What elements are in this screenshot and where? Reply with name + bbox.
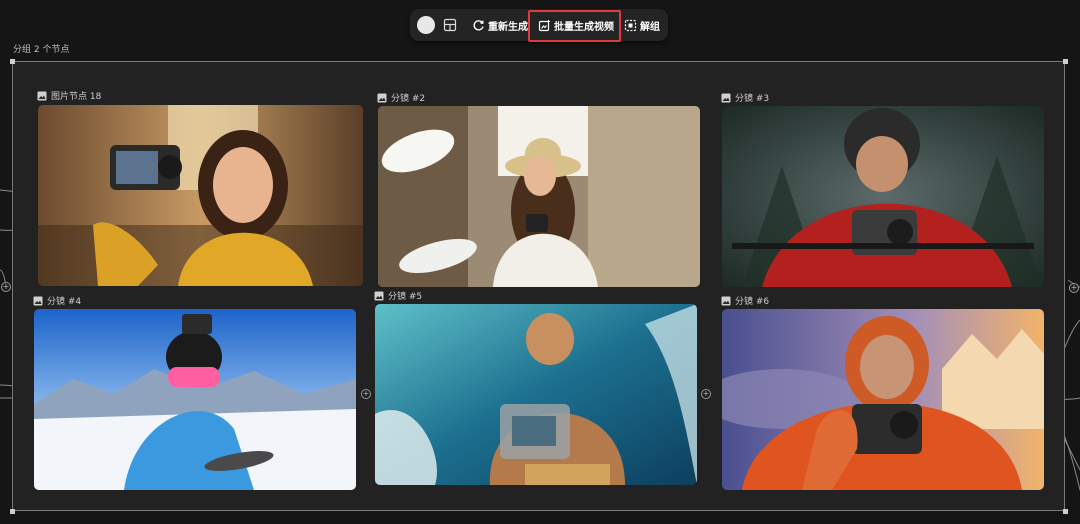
node-label: 分镜 #5 — [374, 289, 422, 302]
snowboarder-image — [34, 309, 356, 490]
node-title: 分镜 #6 — [735, 297, 770, 307]
input-port[interactable]: + — [1, 282, 11, 292]
node-label: 分镜 #2 — [377, 91, 425, 104]
node-connector-port[interactable]: + — [361, 389, 371, 399]
mountaineer-image — [722, 309, 1044, 490]
mountain-biker-image — [722, 106, 1044, 287]
workflow-canvas[interactable]: 重新生成 批量生成视频 解组 分组 2 个节点 + + + + 图片节点 18 … — [0, 0, 1080, 524]
resize-handle-top-left[interactable] — [10, 59, 15, 64]
ungroup-icon — [624, 19, 637, 31]
node-title: 分镜 #5 — [388, 292, 423, 302]
color-swatch-button[interactable] — [417, 16, 435, 34]
node-label: 图片节点 18 — [37, 89, 101, 102]
output-port[interactable]: + — [1069, 283, 1079, 293]
vlogger-cafe-image — [38, 105, 363, 286]
group-label: 分组 2 个节点 — [13, 45, 70, 55]
node-label: 分镜 #4 — [33, 294, 81, 307]
refresh-icon — [473, 19, 484, 30]
image-icon — [33, 296, 43, 305]
ungroup-button[interactable]: 解组 — [624, 15, 660, 35]
node-title: 分镜 #4 — [47, 297, 82, 307]
regenerate-label: 重新生成 — [488, 21, 528, 33]
image-node[interactable] — [375, 304, 697, 485]
image-node[interactable] — [378, 106, 700, 287]
image-node[interactable] — [38, 105, 363, 286]
image-icon — [721, 93, 731, 102]
highlight-box — [528, 10, 621, 42]
image-node[interactable] — [34, 309, 356, 490]
resize-handle-bottom-left[interactable] — [10, 509, 15, 514]
node-label: 分镜 #6 — [721, 294, 769, 307]
node-label: 分镜 #3 — [721, 91, 769, 104]
regenerate-button[interactable]: 重新生成 — [472, 15, 528, 35]
ungroup-label: 解组 — [640, 21, 660, 33]
node-connector-port[interactable]: + — [701, 389, 711, 399]
image-icon — [377, 93, 387, 102]
image-icon — [37, 91, 47, 100]
street-doves-image — [378, 106, 700, 287]
layout-icon[interactable] — [443, 18, 457, 32]
resize-handle-top-right[interactable] — [1063, 59, 1068, 64]
node-title: 分镜 #2 — [391, 94, 426, 104]
surfer-image — [375, 304, 697, 485]
node-title: 图片节点 18 — [51, 92, 102, 102]
image-icon — [721, 296, 731, 305]
image-node[interactable] — [722, 309, 1044, 490]
node-title: 分镜 #3 — [735, 94, 770, 104]
resize-handle-bottom-right[interactable] — [1063, 509, 1068, 514]
image-icon — [374, 291, 384, 300]
image-node[interactable] — [722, 106, 1044, 287]
